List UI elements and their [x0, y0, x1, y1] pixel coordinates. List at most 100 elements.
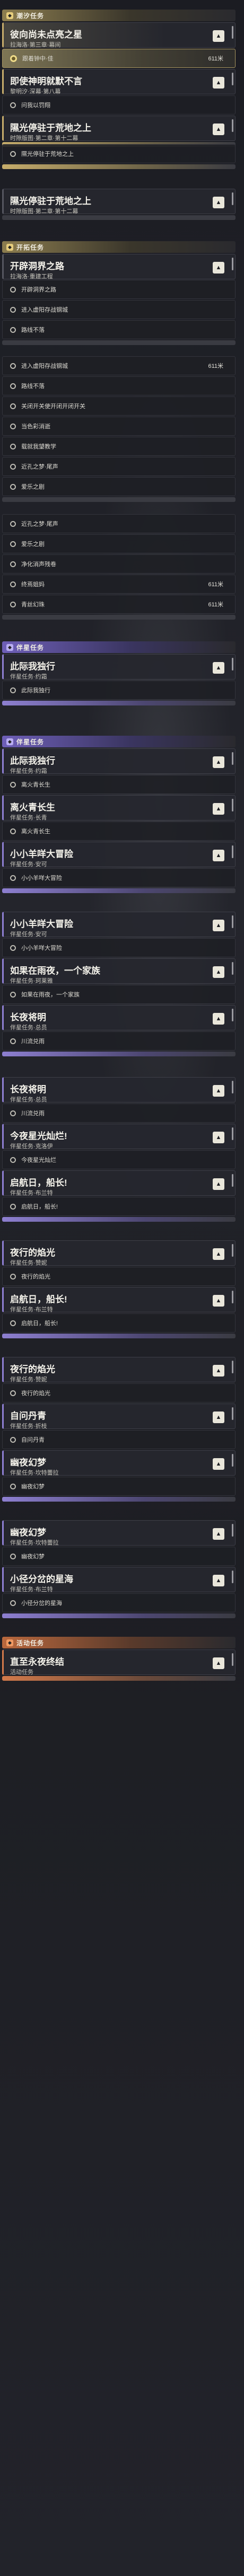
task-label: 载就我望教学	[21, 444, 56, 450]
quest-card[interactable]: 幽夜幻梦 伴星任务·坎特蕾拉 ▲	[2, 1450, 236, 1476]
task-label: 近孔之梦·尾声	[21, 464, 58, 470]
chevron-up-icon[interactable]: ▲	[213, 1178, 224, 1190]
task-row[interactable]: 关闭开关使开闭开闭开关	[2, 396, 236, 416]
chevron-up-icon[interactable]: ▲	[213, 123, 224, 135]
circle-ring-icon	[10, 306, 16, 313]
task-row[interactable]: 夜行的焰光	[2, 1383, 236, 1402]
chevron-up-icon[interactable]: ▲	[213, 662, 224, 674]
quest-card[interactable]: 彼向尚未点亮之星 拉海洛·第三章·幕间 ▲	[2, 22, 236, 48]
card-edge	[2, 340, 236, 345]
quest-card[interactable]: 小径分岔的星海 伴星任务·布兰特 ▲	[2, 1567, 236, 1593]
quest-card[interactable]: 即使神明就默不言 黎明汐·深幕·第八幕 ▲	[2, 69, 236, 95]
card-edge	[2, 497, 236, 502]
chevron-up-icon[interactable]: ▲	[213, 966, 224, 978]
task-row[interactable]: 小小羊咩大冒险	[2, 868, 236, 887]
circle-ring-icon	[10, 327, 16, 333]
chevron-up-icon[interactable]: ▲	[213, 1132, 224, 1143]
task-row[interactable]: 爱乐之剧	[2, 534, 236, 553]
quest-card[interactable]: 夜行的焰光 伴星任务·赞妮 ▲	[2, 1357, 236, 1383]
quest-card[interactable]: 启航日，船长! 伴星任务·布兰特 ▲	[2, 1170, 236, 1196]
quest-card[interactable]: 此际我独行 伴星任务·约霜 ▲	[2, 654, 236, 680]
chevron-up-icon[interactable]: ▲	[213, 197, 224, 208]
chevron-up-icon[interactable]: ▲	[213, 1248, 224, 1260]
task-row[interactable]: 进入虚阳存战钢城 611米	[2, 356, 236, 375]
task-row[interactable]: 净化消声残卷	[2, 554, 236, 574]
task-row[interactable]: 终焉姐妈 611米	[2, 575, 236, 594]
task-row[interactable]: 载就我望教学	[2, 437, 236, 456]
quest-card[interactable]: 小小羊咩大冒险 伴星任务·安可 ▲	[2, 842, 236, 868]
task-row[interactable]: 此际我独行	[2, 681, 236, 700]
task-row[interactable]: 夜行的焰光	[2, 1267, 236, 1286]
chevron-up-icon[interactable]: ▲	[213, 262, 224, 274]
category-header[interactable]: ◆ 伴星任务	[2, 736, 236, 747]
task-row[interactable]: 进入虚阳存战钢城	[2, 300, 236, 319]
task-label: 终焉姐妈	[21, 581, 45, 588]
task-row[interactable]: 川流兑雨	[2, 1104, 236, 1123]
quest-card[interactable]: 长夜将明 伴星任务·总员 ▲	[2, 1005, 236, 1031]
quest-card[interactable]: 此际我独行 伴星任务·约霜 ▲	[2, 748, 236, 774]
quest-card[interactable]: 今夜星光灿烂! 伴星任务·克洛伊 ▲	[2, 1124, 236, 1150]
chevron-up-icon[interactable]: ▲	[213, 1458, 224, 1470]
task-row[interactable]: 幽夜幻梦	[2, 1477, 236, 1496]
quest-card[interactable]: 直至永夜终结 活动任务 ▲	[2, 1649, 236, 1675]
quest-card[interactable]: 启航日，船长! 伴星任务·布兰特 ▲	[2, 1287, 236, 1313]
card-edge	[2, 1217, 236, 1222]
quest-card[interactable]: 离火青长生 伴星任务·长青 ▲	[2, 795, 236, 821]
task-row[interactable]: 青丝幻珠 611米	[2, 595, 236, 614]
task-row[interactable]: 离火青长生	[2, 822, 236, 841]
quest-card[interactable]: 隰光停驻于荒地之上 时隙版图·第二章·第十二幕 ▲	[2, 189, 236, 215]
quest-title: 长夜将明	[10, 1012, 46, 1022]
task-row[interactable]: 离火青长生	[2, 775, 236, 794]
quest-card[interactable]: 幽夜幻梦 伴星任务·坎特蕾拉 ▲	[2, 1520, 236, 1546]
task-row[interactable]: 隰光停驻于荒地之上	[2, 144, 236, 163]
task-row[interactable]: 小小羊咩大冒险	[2, 938, 236, 957]
task-label: 离火青长生	[21, 828, 50, 835]
task-row[interactable]: 今夜星光灿烂	[2, 1150, 236, 1169]
quest-card[interactable]: 夜行的焰光 伴星任务·赞妮 ▲	[2, 1240, 236, 1266]
category-header[interactable]: ◆ 开拓任务	[2, 241, 236, 253]
chevron-up-icon[interactable]: ▲	[213, 1295, 224, 1307]
quest-card[interactable]: 长夜将明 伴星任务·总员 ▲	[2, 1077, 236, 1103]
chevron-up-icon[interactable]: ▲	[213, 1085, 224, 1097]
chevron-up-icon[interactable]: ▲	[213, 803, 224, 815]
task-row[interactable]: 近孔之梦·尾声	[2, 514, 236, 533]
quest-card[interactable]: 开辟洞界之路 拉海洛·重建工程 ▲	[2, 254, 236, 280]
task-row[interactable]: 川流兑雨	[2, 1031, 236, 1051]
quest-card[interactable]: 自问丹青 伴星任务·折枝 ▲	[2, 1404, 236, 1430]
chevron-up-icon[interactable]: ▲	[213, 1411, 224, 1423]
chevron-up-icon[interactable]: ▲	[213, 756, 224, 768]
chevron-up-icon[interactable]: ▲	[213, 77, 224, 89]
category-header[interactable]: ◆ 活动任务	[2, 1637, 236, 1648]
chevron-up-icon[interactable]: ▲	[213, 850, 224, 861]
circle-ring-icon	[10, 363, 16, 369]
scroll-indicator	[232, 1653, 233, 1666]
task-row[interactable]: 近孔之梦·尾声	[2, 457, 236, 476]
chevron-up-icon[interactable]: ▲	[213, 1575, 224, 1586]
task-row[interactable]: 幽夜幻梦	[2, 1547, 236, 1566]
task-row[interactable]: 当色彩消逝	[2, 417, 236, 436]
task-row[interactable]: 爱乐之剧	[2, 477, 236, 496]
category-header[interactable]: ◆ 伴星任务	[2, 641, 236, 653]
task-row[interactable]: 路线不落	[2, 376, 236, 395]
quest-card[interactable]: 如果在雨夜，一个家族 伴星任务·珂莱雅 ▲	[2, 958, 236, 984]
chevron-up-icon[interactable]: ▲	[213, 1013, 224, 1025]
chevron-up-icon[interactable]: ▲	[213, 1657, 224, 1669]
category-header[interactable]: ◆ 潮汐任务	[2, 10, 236, 21]
chevron-up-icon[interactable]: ▲	[213, 30, 224, 42]
task-row[interactable]: 路线不落	[2, 320, 236, 339]
quest-subtitle: 伴星任务·赞妮	[10, 1260, 47, 1266]
quest-card[interactable]: 隰光停驻于荒地之上 时隙版图·第二章·第十二幕 ▲	[2, 116, 236, 142]
task-distance: 611米	[208, 363, 223, 369]
task-row[interactable]: 自问丹青	[2, 1430, 236, 1449]
task-row[interactable]: 小径分岔的星海	[2, 1593, 236, 1612]
chevron-up-icon[interactable]: ▲	[213, 920, 224, 931]
task-row[interactable]: 启航日，船长!	[2, 1313, 236, 1333]
task-row[interactable]: 问我以罚翔	[2, 95, 236, 114]
chevron-up-icon[interactable]: ▲	[213, 1365, 224, 1377]
task-row[interactable]: 如果在雨夜，一个家族	[2, 985, 236, 1004]
quest-card[interactable]: 小小羊咩大冒险 伴星任务·安可 ▲	[2, 912, 236, 938]
chevron-up-icon[interactable]: ▲	[213, 1528, 224, 1540]
task-row[interactable]: 跟着钟中·佳 611米	[2, 49, 236, 68]
task-row[interactable]: 开辟洞界之路	[2, 280, 236, 299]
task-row[interactable]: 启航日，船长!	[2, 1197, 236, 1216]
